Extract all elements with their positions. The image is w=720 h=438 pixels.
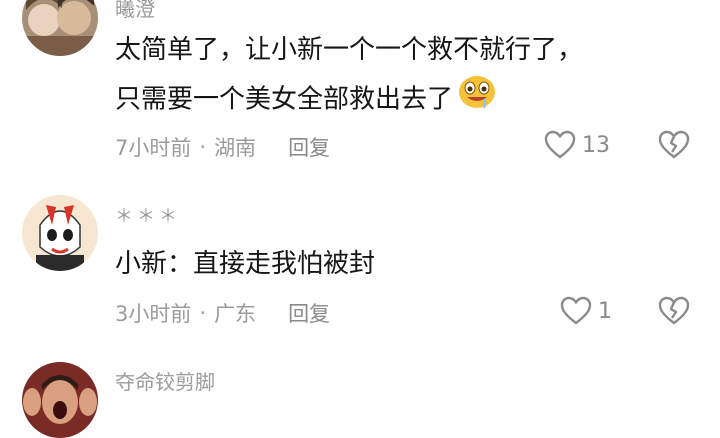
cartoon-robot-avatar-image <box>22 195 98 271</box>
drooling-face-emoji-icon <box>457 74 497 126</box>
comment-username[interactable]: 夺命铰剪脚 <box>115 366 215 395</box>
comment-3: 夺命铰剪脚 <box>0 350 720 438</box>
separator-dot: · <box>199 301 207 325</box>
avatar[interactable] <box>22 0 98 56</box>
comment-line-1: 太简单了，让小新一个一个救不就行了， <box>115 35 584 65</box>
dislike-button[interactable] <box>658 130 690 164</box>
comment-time: 7小时前 <box>115 136 192 160</box>
comment-line-2-wrapper: 只需要一个美女全部救出去了 <box>115 74 583 126</box>
comment-username[interactable]: ＊＊＊ <box>115 202 181 228</box>
comment-meta: 3小时前 · 广东 回复 <box>115 298 330 328</box>
comment-meta: 7小时前 · 湖南 回复 <box>115 132 330 162</box>
comment-username[interactable]: 曦澄 <box>115 0 155 22</box>
heart-icon <box>544 130 576 159</box>
comment-2: ＊＊＊ 小新：直接走我怕被封 3小时前 · 广东 回复 1 <box>0 180 720 350</box>
screaming-man-avatar-image <box>22 362 98 438</box>
comment-time: 3小时前 <box>115 302 192 326</box>
reply-button[interactable]: 回复 <box>288 298 330 328</box>
like-count: 13 <box>582 132 610 158</box>
comment-location: 湖南 <box>214 136 257 160</box>
dislike-button[interactable] <box>658 296 690 330</box>
like-button[interactable]: 1 <box>560 296 612 326</box>
comment-1: 曦澄 太简单了，让小新一个一个救不就行了， 只需要一个美女全部救出去了 7小时前… <box>0 0 720 180</box>
comment-location: 广东 <box>214 302 257 326</box>
comment-line-1: 小新：直接走我怕被封 <box>115 249 376 279</box>
like-count: 1 <box>598 298 612 324</box>
avatar[interactable] <box>22 362 98 438</box>
comment-text: 太简单了，让小新一个一个救不就行了， 只需要一个美女全部救出去了 <box>115 26 583 126</box>
comment-line-2: 只需要一个美女全部救出去了 <box>115 84 454 115</box>
broken-heart-icon <box>658 130 690 159</box>
comment-text: 小新：直接走我怕被封 <box>115 240 375 288</box>
reply-button[interactable]: 回复 <box>288 132 330 162</box>
anime-couple-avatar-image <box>22 0 98 56</box>
heart-icon <box>560 296 592 325</box>
avatar[interactable] <box>22 195 98 271</box>
broken-heart-icon <box>658 296 690 325</box>
like-button[interactable]: 13 <box>544 130 610 160</box>
separator-dot: · <box>199 135 207 159</box>
